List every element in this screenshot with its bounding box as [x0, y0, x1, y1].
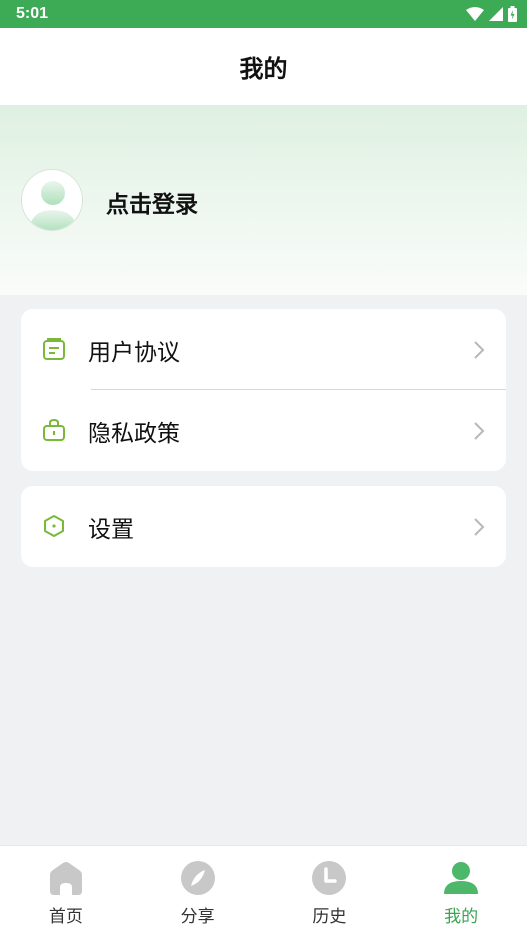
clock-icon — [310, 859, 348, 897]
document-icon — [41, 336, 67, 362]
chevron-right-icon — [474, 517, 485, 536]
settings-row[interactable]: 设置 — [21, 486, 506, 567]
home-icon — [47, 859, 85, 897]
user-agreement-label: 用户协议 — [88, 339, 180, 366]
nav-item-history[interactable]: 历史 — [264, 846, 396, 936]
status-bar: 5:01 — [0, 0, 527, 28]
nav-item-share[interactable]: 分享 — [132, 846, 264, 936]
chevron-right-icon — [474, 421, 485, 440]
chevron-right-icon — [474, 340, 485, 359]
menu-card-legal: 用户协议 隐私政策 — [21, 309, 506, 471]
battery-icon — [508, 6, 517, 22]
settings-icon — [41, 513, 67, 539]
compass-icon — [179, 859, 217, 897]
menu-card-settings: 设置 — [21, 486, 506, 567]
nav-item-home[interactable]: 首页 — [0, 846, 132, 936]
app-bar: 我的 — [0, 28, 527, 105]
status-icons — [466, 6, 517, 22]
settings-label: 设置 — [88, 516, 134, 543]
nav-label-home: 首页 — [48, 907, 83, 927]
login-button[interactable]: 点击登录 — [106, 185, 198, 219]
avatar-placeholder-icon — [29, 181, 77, 230]
status-time: 5:01 — [16, 5, 49, 22]
privacy-policy-row[interactable]: 隐私政策 — [21, 390, 506, 471]
wifi-icon — [466, 7, 484, 21]
profile-header[interactable]: 点击登录 — [0, 105, 527, 295]
page-title: 我的 — [239, 55, 288, 83]
nav-item-mine[interactable]: 我的 — [395, 846, 527, 936]
user-agreement-row[interactable]: 用户协议 — [21, 309, 506, 390]
nav-label-history: 历史 — [312, 907, 347, 927]
privacy-policy-label: 隐私政策 — [88, 420, 180, 447]
nav-label-mine: 我的 — [444, 907, 479, 927]
lock-bag-icon — [41, 417, 67, 443]
signal-icon — [489, 7, 503, 21]
avatar[interactable] — [21, 169, 83, 231]
nav-label-share: 分享 — [180, 907, 215, 927]
user-icon — [442, 859, 480, 897]
bottom-nav: 首页 分享 历史 我的 — [0, 845, 527, 936]
